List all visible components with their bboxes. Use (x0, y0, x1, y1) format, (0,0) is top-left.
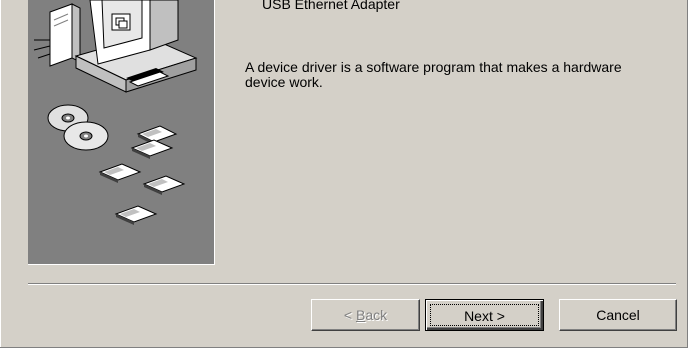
back-button-prefix: < (343, 307, 356, 323)
back-button[interactable]: < Back (311, 299, 420, 331)
floppy-disk-icon (98, 163, 142, 183)
back-button-mnemonic: B (355, 307, 366, 323)
cancel-button-label: Cancel (596, 307, 640, 323)
cancel-button[interactable]: Cancel (559, 299, 677, 331)
dialog-left-border (0, 0, 11, 348)
wizard-illustration (28, 0, 215, 265)
floppy-disk-icon (130, 139, 174, 159)
next-button-focus-rect: Next > (430, 304, 539, 326)
floppy-disk-icon (142, 175, 186, 195)
next-button-label: Next > (464, 308, 505, 324)
device-name-label: USB Ethernet Adapter (262, 0, 400, 12)
computer-icon (33, 0, 198, 93)
cd-disc-icon (63, 121, 109, 151)
button-separator (28, 283, 676, 285)
back-button-rest: ack (365, 307, 388, 323)
floppy-disk-icon (114, 205, 158, 225)
add-hardware-wizard-dialog: USB Ethernet Adapter A device driver is … (0, 0, 688, 348)
computer-and-disks-illustration (33, 0, 198, 225)
next-button[interactable]: Next > (425, 299, 544, 331)
driver-description-text: A device driver is a software program th… (245, 59, 622, 90)
